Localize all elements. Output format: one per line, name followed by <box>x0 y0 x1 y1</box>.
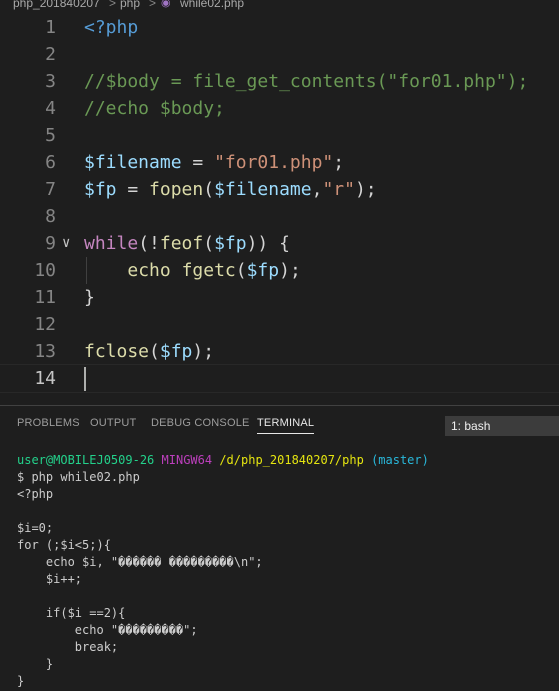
text-cursor <box>84 367 86 391</box>
tab-output[interactable]: OUTPUT <box>90 417 136 429</box>
line-number: 13 <box>34 341 56 362</box>
terminal-prompt-line: user@MOBILEJ0509-26 MINGW64 /d/php_20184… <box>17 452 557 469</box>
tab-terminal[interactable]: TERMINAL <box>257 417 315 434</box>
code-text: $filename = "for01.php"; <box>84 152 345 173</box>
code-line[interactable]: 1 <?php <box>0 14 559 41</box>
bottom-panel: PROBLEMS OUTPUT DEBUG CONSOLE TERMINAL 1… <box>0 405 559 691</box>
terminal-line: break; <box>17 640 119 654</box>
prompt-user: user@MOBILEJ0509-26 <box>17 453 155 467</box>
line-number: 3 <box>45 71 56 92</box>
code-line[interactable]: 12 <box>0 311 559 338</box>
tab-debug-console[interactable]: DEBUG CONSOLE <box>151 417 250 429</box>
code-line[interactable]: 3 //$body = file_get_contents("for01.php"… <box>0 68 559 95</box>
line-number: 6 <box>45 152 56 173</box>
chevron-right-icon: > <box>109 0 117 10</box>
line-number: 1 <box>45 17 56 38</box>
tab-problems[interactable]: PROBLEMS <box>17 417 80 429</box>
prompt-env: MINGW64 <box>161 453 213 467</box>
prompt-path: /d/php_201840207/php <box>219 453 364 467</box>
panel-tabs: PROBLEMS OUTPUT DEBUG CONSOLE TERMINAL 1… <box>0 406 559 442</box>
terminal-command: $ php while02.php <box>17 470 140 484</box>
code-line[interactable]: 11} <box>0 284 559 311</box>
line-number: 4 <box>45 98 56 119</box>
code-line[interactable]: 2 <box>0 41 559 68</box>
terminal-line: } <box>17 674 25 688</box>
code-text: echo fgetc($fp); <box>127 260 301 281</box>
code-text: <?php <box>84 17 139 38</box>
line-number: 14 <box>34 368 56 389</box>
breadcrumb: php_201840207 > php > ◉ while02.php <box>0 0 559 12</box>
terminal-output[interactable]: user@MOBILEJ0509-26 MINGW64 /d/php_20184… <box>17 452 557 690</box>
breadcrumb-folder[interactable]: php_201840207 <box>13 0 100 9</box>
code-line[interactable]: 4 //echo $body; <box>0 95 559 122</box>
terminal-line: for (;$i<5;){ <box>17 538 111 552</box>
code-editor[interactable]: 1 <?php 2 3 //$body = file_get_contents("for… <box>0 14 559 393</box>
line-number: 5 <box>45 125 56 146</box>
code-text: } <box>84 287 95 308</box>
code-text: //echo $body; <box>84 98 225 119</box>
code-text: while(!feof($fp)) { <box>84 233 290 254</box>
terminal-select[interactable]: 1: bash <box>445 416 559 436</box>
code-text: //$body = file_get_contents("for01.php")… <box>84 71 529 92</box>
php-elephant-icon: ◉ <box>161 0 171 9</box>
code-text: fclose($fp); <box>84 341 215 362</box>
terminal-line: } <box>17 657 54 671</box>
code-line[interactable]: 9 ∨ while(!feof($fp)) { <box>0 230 559 257</box>
code-line[interactable]: 10 echo fgetc($fp); <box>0 257 559 284</box>
terminal-output-lines: <?php $i=0; for (;$i<5;){ echo $i, "������… <box>17 486 557 690</box>
line-number: 7 <box>45 179 56 200</box>
code-line[interactable]: 13 fclose($fp); <box>0 338 559 365</box>
breadcrumb-file[interactable]: while02.php <box>180 0 244 9</box>
line-number: 11 <box>34 287 56 308</box>
code-text: $fp = fopen($filename,"r"); <box>84 179 377 200</box>
terminal-line: echo "���������"; <box>17 623 198 637</box>
line-number: 10 <box>34 260 56 281</box>
terminal-line: <?php <box>17 487 54 501</box>
chevron-right-icon: > <box>149 0 157 10</box>
terminal-line: $i=0; <box>17 521 54 535</box>
terminal-line: $i++; <box>17 572 83 586</box>
fold-chevron-icon[interactable]: ∨ <box>62 230 70 257</box>
code-line[interactable]: 6 $filename = "for01.php"; <box>0 149 559 176</box>
prompt-branch: (master) <box>371 453 429 467</box>
code-line[interactable]: 8 <box>0 203 559 230</box>
terminal-line: echo $i, "������ ���������\n"; <box>17 555 263 569</box>
line-number: 2 <box>45 44 56 65</box>
indent-guide <box>86 257 87 284</box>
code-line[interactable]: 5 <box>0 122 559 149</box>
breadcrumb-subfolder[interactable]: php <box>120 0 140 9</box>
code-line[interactable]: 7 $fp = fopen($filename,"r"); <box>0 176 559 203</box>
line-number: 12 <box>34 314 56 335</box>
line-number: 8 <box>45 206 56 227</box>
line-number: 9 <box>45 233 56 254</box>
terminal-line: if($i ==2){ <box>17 606 126 620</box>
